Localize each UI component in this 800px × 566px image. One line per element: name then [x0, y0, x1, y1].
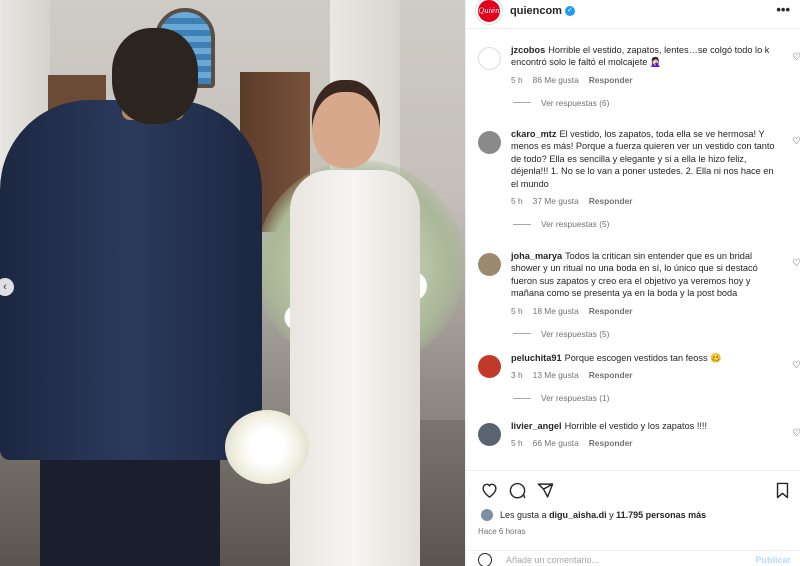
comment-body: Horrible el vestido y los zapatos !!!! [564, 421, 708, 431]
replies-line [513, 333, 531, 335]
comment-likes[interactable]: 18 Me gusta [533, 306, 579, 316]
comment-body: Horrible el vestido, zapatos, lentes…se … [511, 45, 770, 68]
comment-age: 5 h [511, 305, 523, 316]
likes-count[interactable]: 11.795 personas más [616, 510, 706, 520]
replies-line [513, 102, 531, 104]
post-time: Hace 6 horas [478, 527, 526, 536]
replies-line [513, 397, 531, 399]
view-replies-button[interactable]: Ver respuestas (5) [513, 329, 779, 339]
comment-meta: 5 h 86 Me gusta Responder [511, 75, 779, 85]
comment-meta: 5 h 18 Me gusta Responder [511, 306, 779, 316]
account-username[interactable]: quiencom [510, 5, 562, 17]
heart-icon[interactable] [478, 479, 500, 501]
more-options-icon[interactable]: ••• [776, 2, 790, 17]
comment-item: jzcobos Horrible el vestido, zapatos, len… [466, 44, 800, 108]
likes-summary[interactable]: Les gusta a digu_aisha.di y 11.795 perso… [466, 508, 800, 522]
comment-item: peluchita91 Porque escogen vestidos tan f… [466, 352, 800, 403]
comment-text: peluchita91 Porque escogen vestidos tan f… [511, 352, 779, 364]
comments-list[interactable]: jzcobos Horrible el vestido, zapatos, len… [466, 44, 800, 464]
comment-age: 3 h [511, 370, 523, 381]
comment-meta: 5 h 66 Me gusta Responder [511, 438, 779, 448]
liker-username[interactable]: digu_aisha.di [549, 510, 607, 520]
comment-heart-icon[interactable]: ♡ [792, 258, 800, 269]
comment-item: ckaro_mtz El vestido, los zapatos, toda e… [466, 128, 800, 229]
comment-likes[interactable]: 37 Me gusta [533, 196, 579, 206]
view-replies-button[interactable]: Ver respuestas (6) [513, 98, 779, 108]
comment-username[interactable]: peluchita91 [511, 353, 562, 363]
comment-heart-icon[interactable]: ♡ [792, 360, 800, 371]
comment-username[interactable]: livier_angel [511, 421, 562, 431]
comment-age: 5 h [511, 74, 523, 85]
post-header: Quién quiencom ✓ ••• [466, 0, 800, 24]
account-avatar[interactable]: Quién [476, 0, 502, 24]
verified-icon: ✓ [564, 6, 575, 16]
comment-avatar[interactable] [478, 355, 501, 378]
replies-label: Ver respuestas (5) [541, 219, 610, 230]
actions-bar: Les gusta a digu_aisha.di y 11.795 perso… [466, 470, 800, 536]
bookmark-icon[interactable] [771, 479, 793, 501]
replies-line [513, 223, 531, 225]
comment-avatar[interactable] [478, 131, 501, 154]
comment-avatar[interactable] [478, 47, 501, 70]
reply-button[interactable]: Responder [589, 370, 633, 380]
comment-item: joha_marya Todos la critican sin entender… [466, 250, 800, 339]
comment-likes[interactable]: 13 Me gusta [533, 370, 579, 380]
comment-age: 5 h [511, 438, 523, 449]
comment-likes[interactable]: 86 Me gusta [533, 75, 579, 85]
liker-avatar [480, 508, 494, 522]
reply-button[interactable]: Responder [589, 306, 633, 316]
reply-button[interactable]: Responder [589, 438, 633, 448]
emoji-icon[interactable] [478, 552, 492, 566]
post-panel: Quién quiencom ✓ ••• jzcobos Horrible el … [465, 0, 800, 566]
publish-button[interactable]: Publicar [755, 555, 791, 565]
comment-text: livier_angel Horrible el vestido y los za… [511, 420, 779, 432]
comment-icon[interactable] [506, 479, 528, 501]
comment-heart-icon[interactable]: ♡ [792, 52, 800, 63]
comment-avatar[interactable] [478, 423, 501, 446]
add-comment-bar: Añade un comentario... Publicar [466, 550, 800, 566]
likes-middle: y [609, 510, 614, 520]
comment-likes[interactable]: 66 Me gusta [533, 438, 579, 448]
comment-age: 5 h [511, 196, 523, 207]
replies-label: Ver respuestas (1) [541, 393, 610, 404]
comment-text: jzcobos Horrible el vestido, zapatos, len… [511, 44, 779, 69]
comment-text: joha_marya Todos la critican sin entender… [511, 250, 779, 300]
reply-button[interactable]: Responder [589, 196, 633, 206]
photo-bouquet [225, 410, 309, 484]
comment-body: Porque escogen vestidos tan feoss 🥴 [564, 353, 722, 363]
comment-heart-icon[interactable]: ♡ [792, 428, 800, 439]
comment-heart-icon[interactable]: ♡ [792, 136, 800, 147]
header-divider [466, 28, 800, 29]
reply-button[interactable]: Responder [589, 75, 633, 85]
likes-prefix: Les gusta a [500, 510, 547, 520]
comment-item: livier_angel Horrible el vestido y los za… [466, 420, 800, 448]
photo-bride-dress [290, 170, 420, 566]
comment-text: ckaro_mtz El vestido, los zapatos, toda e… [511, 128, 779, 190]
comment-username[interactable]: joha_marya [511, 251, 562, 261]
photo-man-head [112, 28, 198, 124]
view-replies-button[interactable]: Ver respuestas (1) [513, 393, 779, 403]
comment-username[interactable]: jzcobos [511, 45, 545, 55]
view-replies-button[interactable]: Ver respuestas (5) [513, 219, 779, 229]
comment-meta: 3 h 13 Me gusta Responder [511, 370, 779, 380]
share-icon[interactable] [534, 479, 556, 501]
comment-input[interactable]: Añade un comentario... [506, 555, 599, 565]
comment-meta: 5 h 37 Me gusta Responder [511, 196, 779, 206]
photo-man-suit [0, 100, 262, 460]
comment-username[interactable]: ckaro_mtz [511, 129, 556, 139]
comment-avatar[interactable] [478, 253, 501, 276]
replies-label: Ver respuestas (5) [541, 328, 610, 339]
replies-label: Ver respuestas (6) [541, 97, 610, 108]
post-photo[interactable]: ‹ [0, 0, 465, 566]
photo-bride-head [312, 80, 380, 168]
